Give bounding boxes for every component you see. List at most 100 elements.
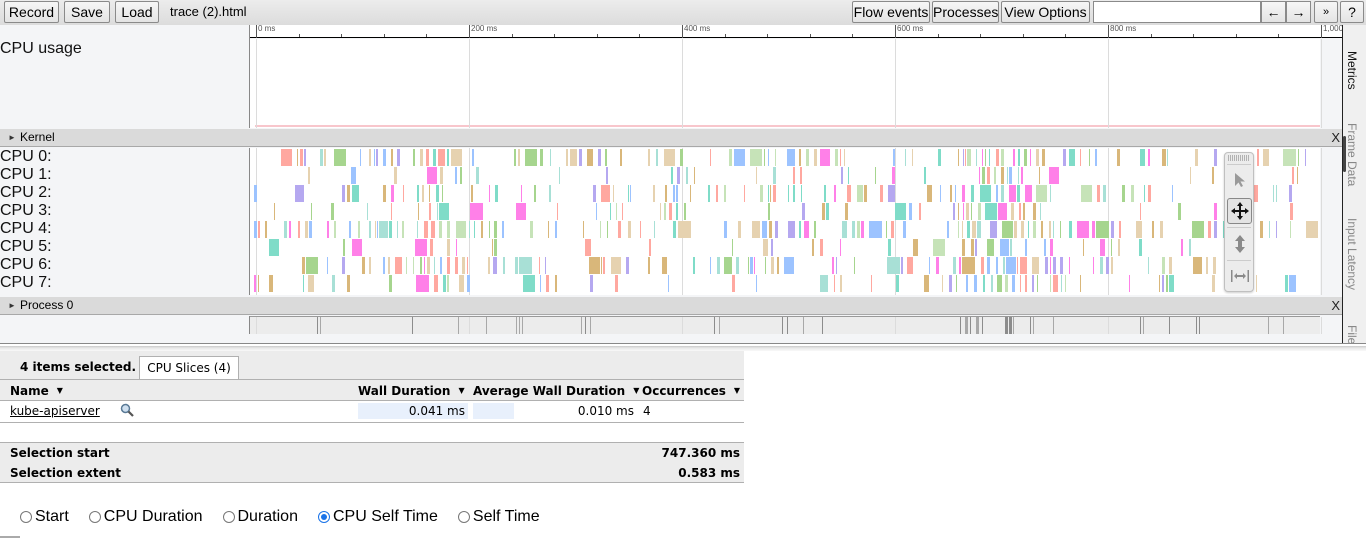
process-slice[interactable] <box>317 317 318 334</box>
cpu-slice[interactable] <box>1030 149 1031 166</box>
cpu-slice[interactable] <box>996 185 998 202</box>
save-button[interactable]: Save <box>64 1 110 23</box>
sort-arrow-icon[interactable]: ▼ <box>734 386 740 395</box>
cpu-slice[interactable] <box>1006 257 1016 274</box>
cpu-slice[interactable] <box>530 221 533 238</box>
cpu-slice[interactable] <box>1167 149 1168 166</box>
cpu-slice[interactable] <box>300 149 303 166</box>
cpu-slice[interactable] <box>680 149 683 166</box>
process-slice[interactable] <box>581 317 582 334</box>
cpu-slice[interactable] <box>1111 221 1114 238</box>
cpu-slice[interactable] <box>997 275 1002 292</box>
cpu-slice[interactable] <box>1103 185 1106 202</box>
cpu-slice[interactable] <box>1263 149 1269 166</box>
cpu-slice[interactable] <box>787 149 795 166</box>
cpu-slice[interactable] <box>559 167 560 184</box>
cpu-slice[interactable] <box>369 221 371 238</box>
cpu-slice[interactable] <box>523 275 535 292</box>
process-slice[interactable] <box>1196 317 1197 334</box>
cpu-slice[interactable] <box>254 221 257 238</box>
radio-button[interactable] <box>222 511 235 523</box>
cpu-slice[interactable] <box>656 149 658 166</box>
cpu-slice[interactable] <box>1065 275 1066 292</box>
sort-arrow-icon[interactable]: ▼ <box>633 386 639 395</box>
cpu-slice[interactable] <box>489 185 490 202</box>
cpu-slice[interactable] <box>668 275 669 292</box>
cpu-slice[interactable] <box>455 167 457 184</box>
cpu-slice[interactable] <box>429 203 431 220</box>
cpu-slice[interactable] <box>352 239 362 256</box>
cpu-slice[interactable] <box>540 149 543 166</box>
cpu-slice[interactable] <box>844 149 845 166</box>
zoom-mode-button[interactable] <box>1227 231 1252 257</box>
cpu-slice[interactable] <box>1021 221 1024 238</box>
timing-mode-button[interactable] <box>1227 263 1252 289</box>
column-header-occurrences[interactable]: Occurrences ▼ <box>642 384 740 398</box>
cpu-slice[interactable] <box>976 149 977 166</box>
cpu-slice[interactable] <box>265 221 267 238</box>
cpu-slice[interactable] <box>306 257 318 274</box>
cpu-slice[interactable] <box>424 221 428 238</box>
cpu-slice[interactable] <box>494 239 497 256</box>
cpu-slice[interactable] <box>913 239 918 256</box>
cpu-slice[interactable] <box>676 203 678 220</box>
cpu-slice[interactable] <box>442 185 443 202</box>
side-panel-scroll-indicator[interactable] <box>1343 136 1346 172</box>
cpu-slice[interactable] <box>891 221 894 238</box>
radio-button[interactable] <box>88 511 101 523</box>
cpu-slice[interactable] <box>298 221 300 238</box>
cpu-slice[interactable] <box>1122 185 1125 202</box>
cpu-slice[interactable] <box>982 149 983 166</box>
cpu-slice[interactable] <box>840 239 841 256</box>
cpu-slice[interactable] <box>383 185 386 202</box>
cpu-slice[interactable] <box>1089 149 1090 166</box>
cpu-slice[interactable] <box>413 257 414 274</box>
process-slice[interactable] <box>519 317 520 334</box>
cpu-slice[interactable] <box>587 149 593 166</box>
cpu-slice[interactable] <box>534 185 536 202</box>
cpu-slice[interactable] <box>1069 149 1075 166</box>
cpu-slice[interactable] <box>750 257 753 274</box>
cpu-slice[interactable] <box>613 185 614 202</box>
cpu-slice[interactable] <box>549 185 551 202</box>
process-group-header[interactable]: ► Process 0 X <box>0 297 1342 315</box>
cpu-slice[interactable] <box>793 167 795 184</box>
cpu-slice[interactable] <box>963 149 964 166</box>
cpu-slice[interactable] <box>971 185 974 202</box>
cpu-slice[interactable] <box>971 239 974 256</box>
cpu-slice[interactable] <box>756 167 757 184</box>
cpu-slice[interactable] <box>962 239 965 256</box>
process-slice[interactable] <box>982 317 983 334</box>
cpu-slice[interactable] <box>927 185 932 202</box>
cpu-slice[interactable] <box>963 203 964 220</box>
cpu-slice[interactable] <box>756 275 757 292</box>
cpu-slice[interactable] <box>1028 221 1029 238</box>
cpu-slice[interactable] <box>418 203 419 220</box>
cpu-slice[interactable] <box>775 149 776 166</box>
timeline-view[interactable]: 0 ms 200 ms 400 ms 600 ms 800 ms 1,000 CPU us… <box>0 24 1343 343</box>
cpu-slice[interactable] <box>895 203 906 220</box>
cpu-slice[interactable] <box>841 167 843 184</box>
cpu-slice[interactable] <box>374 149 375 166</box>
cpu-slice[interactable] <box>481 221 483 238</box>
cpu-slice[interactable] <box>295 185 304 202</box>
cpu-slice[interactable] <box>777 257 779 274</box>
cpu-slice[interactable] <box>327 221 329 238</box>
cpu-slice[interactable] <box>983 275 985 292</box>
cpu-slice[interactable] <box>1012 275 1015 292</box>
cpu-slice[interactable] <box>673 221 676 238</box>
cpu-slice[interactable] <box>1025 185 1032 202</box>
cpu-slice[interactable] <box>383 257 385 274</box>
cpu-slice[interactable] <box>1069 257 1070 274</box>
cpu-slice[interactable] <box>269 275 273 292</box>
load-button[interactable]: Load <box>115 1 159 23</box>
flow-events-button[interactable]: Flow events <box>852 1 930 23</box>
cpu-slice[interactable] <box>887 257 900 274</box>
cpu-slice[interactable] <box>799 221 801 238</box>
cpu-slice[interactable] <box>962 221 963 238</box>
cpu-slice[interactable] <box>764 149 765 166</box>
cpu-slice[interactable] <box>349 221 351 238</box>
cpu-slice[interactable] <box>847 185 851 202</box>
cpu-slice[interactable] <box>907 257 913 274</box>
cpu-slice[interactable] <box>909 203 912 220</box>
